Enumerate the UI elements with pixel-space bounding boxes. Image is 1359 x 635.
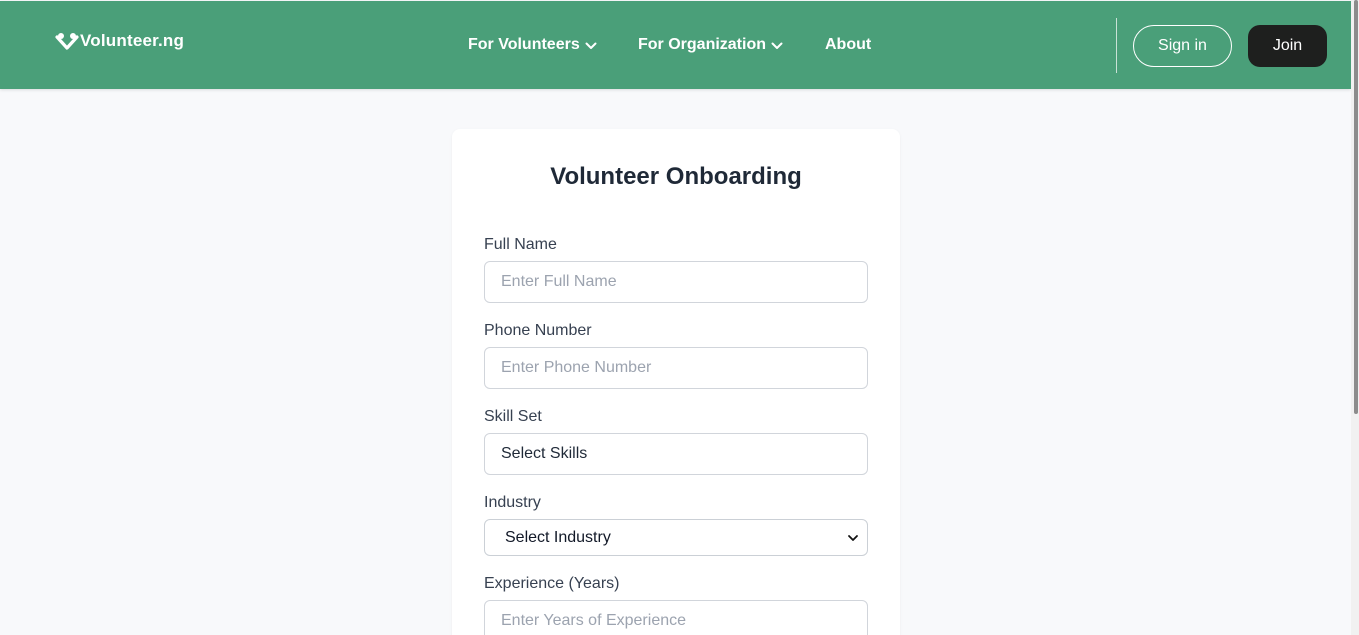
chevron-down-icon bbox=[848, 534, 858, 541]
skill-set-value: Select Skills bbox=[501, 445, 588, 462]
top-navigation-bar: Volunteer.ng For Volunteers For Organiza… bbox=[0, 1, 1351, 89]
main-nav: For Volunteers For Organization About bbox=[468, 35, 871, 55]
nav-about[interactable]: About bbox=[825, 36, 871, 54]
phone-number-input[interactable] bbox=[484, 347, 868, 389]
nav-for-volunteers-label: For Volunteers bbox=[468, 36, 580, 53]
full-name-input[interactable] bbox=[484, 261, 868, 303]
full-name-label: Full Name bbox=[484, 236, 557, 253]
brand-name: Volunteer.ng bbox=[80, 31, 185, 50]
chevron-down-icon bbox=[585, 42, 597, 49]
nav-about-label: About bbox=[825, 36, 872, 53]
nav-for-organization-label: For Organization bbox=[638, 36, 766, 53]
scrollbar-thumb[interactable] bbox=[1354, 0, 1358, 414]
nav-for-volunteers[interactable]: For Volunteers bbox=[468, 36, 638, 54]
join-button[interactable]: Join bbox=[1248, 25, 1327, 67]
skill-set-label: Skill Set bbox=[484, 408, 542, 425]
onboarding-form-card: Volunteer Onboarding Full Name Phone Num… bbox=[452, 129, 900, 635]
phone-number-label: Phone Number bbox=[484, 322, 592, 339]
experience-label: Experience (Years) bbox=[484, 575, 620, 592]
brand-logo[interactable]: Volunteer.ng bbox=[55, 30, 184, 52]
industry-select[interactable]: Select Industry bbox=[484, 519, 868, 556]
chevron-down-icon bbox=[771, 42, 783, 49]
nav-for-organization[interactable]: For Organization bbox=[638, 36, 825, 54]
heart-check-icon bbox=[55, 33, 79, 50]
header-divider bbox=[1116, 18, 1117, 73]
industry-label: Industry bbox=[484, 494, 541, 511]
experience-input[interactable] bbox=[484, 600, 868, 635]
page-scrollbar[interactable] bbox=[1351, 0, 1359, 635]
skill-set-select[interactable]: Select Skills bbox=[484, 433, 868, 475]
sign-in-button[interactable]: Sign in bbox=[1133, 25, 1232, 67]
form-title: Volunteer Onboarding bbox=[550, 163, 802, 190]
industry-selected-value: Select Industry bbox=[505, 528, 611, 546]
